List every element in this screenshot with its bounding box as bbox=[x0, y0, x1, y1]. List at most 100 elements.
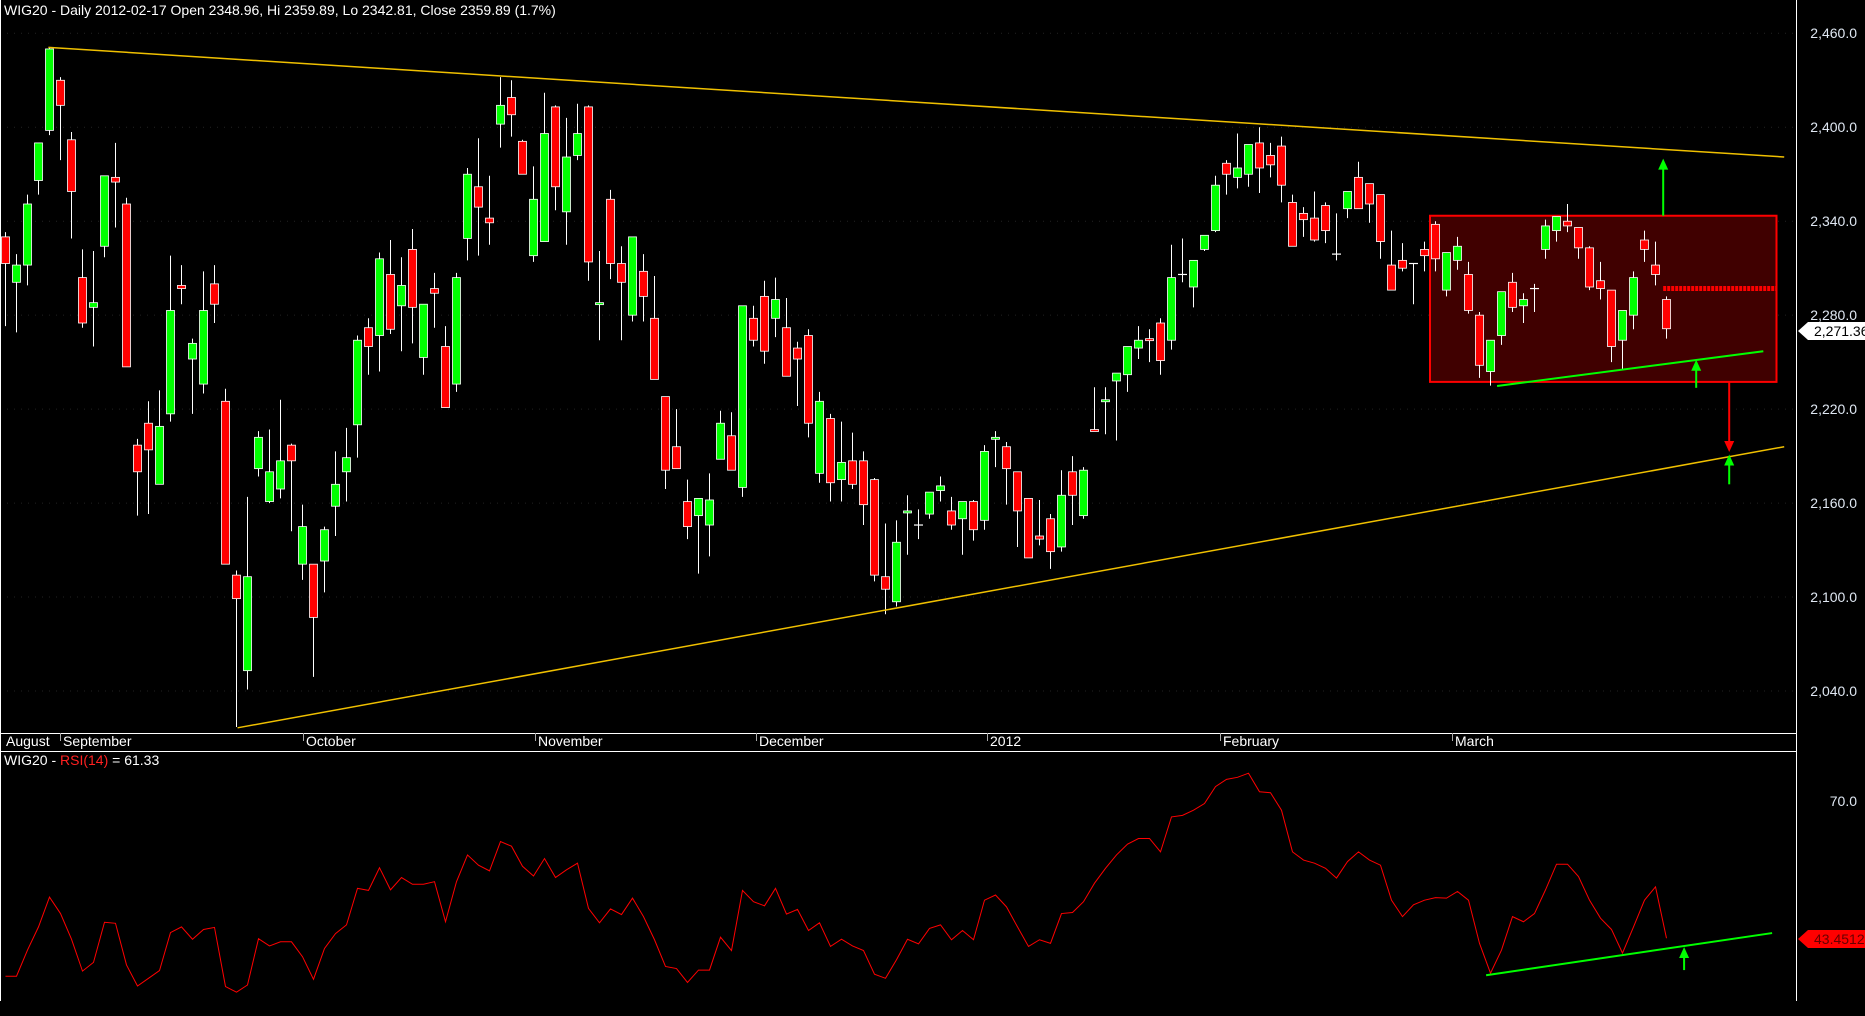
arrow-down-icon bbox=[1724, 381, 1735, 453]
candle-body-up bbox=[1112, 372, 1121, 382]
candle bbox=[12, 254, 21, 333]
candle-body-down bbox=[1640, 239, 1649, 250]
price-chart[interactable] bbox=[0, 0, 1865, 1016]
candle-body-down bbox=[1475, 314, 1484, 366]
candle-body-up bbox=[243, 576, 252, 672]
candle bbox=[595, 250, 604, 341]
candle-body-up bbox=[1618, 310, 1627, 341]
candle-body-up bbox=[45, 48, 54, 131]
candle-body-up bbox=[903, 510, 912, 514]
candle-body-down bbox=[1068, 471, 1077, 496]
candle-body-down bbox=[1464, 274, 1473, 311]
candle bbox=[991, 431, 1000, 468]
candle-body-up bbox=[452, 277, 461, 385]
candle-body-down bbox=[859, 460, 868, 506]
candle bbox=[661, 396, 670, 490]
candle bbox=[1266, 142, 1275, 178]
month-label: February bbox=[1220, 733, 1279, 749]
candle bbox=[749, 305, 758, 347]
candle bbox=[342, 427, 351, 502]
candle-body-up bbox=[331, 483, 340, 507]
candle bbox=[430, 272, 439, 328]
candle bbox=[419, 303, 428, 375]
candle bbox=[716, 410, 725, 460]
candle-body-up bbox=[298, 526, 307, 565]
candle bbox=[1365, 183, 1374, 223]
candle bbox=[56, 77, 65, 161]
candle-body-up bbox=[155, 425, 164, 485]
candle-body-up bbox=[188, 342, 197, 360]
lower-trendline bbox=[237, 445, 1785, 729]
candle-body-down bbox=[309, 563, 318, 618]
candle-body-down bbox=[969, 501, 978, 531]
candle bbox=[276, 399, 285, 499]
arrow-head bbox=[1679, 946, 1690, 958]
candle bbox=[1167, 244, 1176, 350]
candle-body-up bbox=[540, 133, 549, 242]
candle-body-down bbox=[1508, 281, 1517, 308]
candle-body-down bbox=[1354, 176, 1363, 210]
candle bbox=[1035, 499, 1044, 546]
candle bbox=[859, 451, 868, 526]
candle-body-down bbox=[485, 217, 494, 224]
candle bbox=[188, 338, 197, 414]
candle bbox=[1134, 326, 1143, 360]
candle bbox=[1200, 234, 1209, 251]
candle bbox=[650, 276, 659, 380]
candle bbox=[760, 280, 769, 364]
candle-body-up bbox=[1497, 291, 1506, 336]
candle-body-up bbox=[199, 310, 208, 385]
candle-body-up bbox=[1057, 494, 1066, 548]
month-label: October bbox=[303, 733, 356, 749]
candle-body-up bbox=[925, 491, 934, 515]
candle-body-up bbox=[771, 299, 780, 319]
candle-body-up bbox=[815, 400, 824, 474]
candle bbox=[1, 232, 10, 327]
candle bbox=[1101, 387, 1110, 435]
candle-body-down bbox=[177, 285, 186, 289]
arrow-head bbox=[1658, 158, 1669, 170]
candle bbox=[1310, 191, 1319, 242]
price-tick-label: 2,160.0 bbox=[1810, 495, 1857, 511]
candle-body-down bbox=[1046, 518, 1055, 553]
candle-body-up bbox=[1189, 259, 1198, 288]
price-tick-label: 2,100.0 bbox=[1810, 589, 1857, 605]
candle-body-down bbox=[1222, 162, 1231, 175]
candle-body-up bbox=[573, 133, 582, 156]
price-tick-label: 2,220.0 bbox=[1810, 401, 1857, 417]
candle-body-down bbox=[826, 418, 835, 484]
candle bbox=[1299, 207, 1308, 237]
candle bbox=[958, 501, 967, 555]
arrow-up-icon bbox=[1679, 946, 1690, 971]
candle bbox=[1189, 259, 1198, 308]
candle bbox=[375, 252, 384, 372]
candle bbox=[1398, 243, 1407, 272]
candle-body-down bbox=[1365, 183, 1374, 205]
candle-body-up bbox=[958, 501, 967, 520]
candle bbox=[969, 499, 978, 541]
candle-body-down bbox=[518, 140, 527, 175]
candle-body-down bbox=[1277, 145, 1286, 186]
candle-body-down bbox=[1420, 249, 1429, 257]
candle bbox=[133, 438, 142, 516]
candle-body-up bbox=[837, 461, 846, 481]
candle-body-down bbox=[144, 422, 153, 451]
candle-body-down bbox=[232, 574, 241, 600]
candle-body-down bbox=[67, 139, 76, 192]
candle-body-down bbox=[1266, 155, 1275, 166]
candle-body-up bbox=[353, 339, 362, 426]
candle bbox=[1046, 514, 1055, 569]
candle-body-down bbox=[1090, 429, 1099, 432]
candle-body-up bbox=[496, 104, 505, 125]
candle-body-up bbox=[419, 303, 428, 358]
candle bbox=[1442, 252, 1451, 297]
candle bbox=[1112, 372, 1121, 441]
candle bbox=[1585, 246, 1594, 291]
candle-body-up bbox=[23, 203, 32, 266]
candle-body-down bbox=[133, 444, 142, 473]
candle bbox=[562, 117, 571, 245]
candle-body-up bbox=[1101, 399, 1110, 403]
candle-body-up bbox=[1079, 469, 1088, 517]
candle-body-down bbox=[1156, 322, 1165, 361]
rsi-indicator-name[interactable]: RSI(14) bbox=[60, 752, 108, 768]
